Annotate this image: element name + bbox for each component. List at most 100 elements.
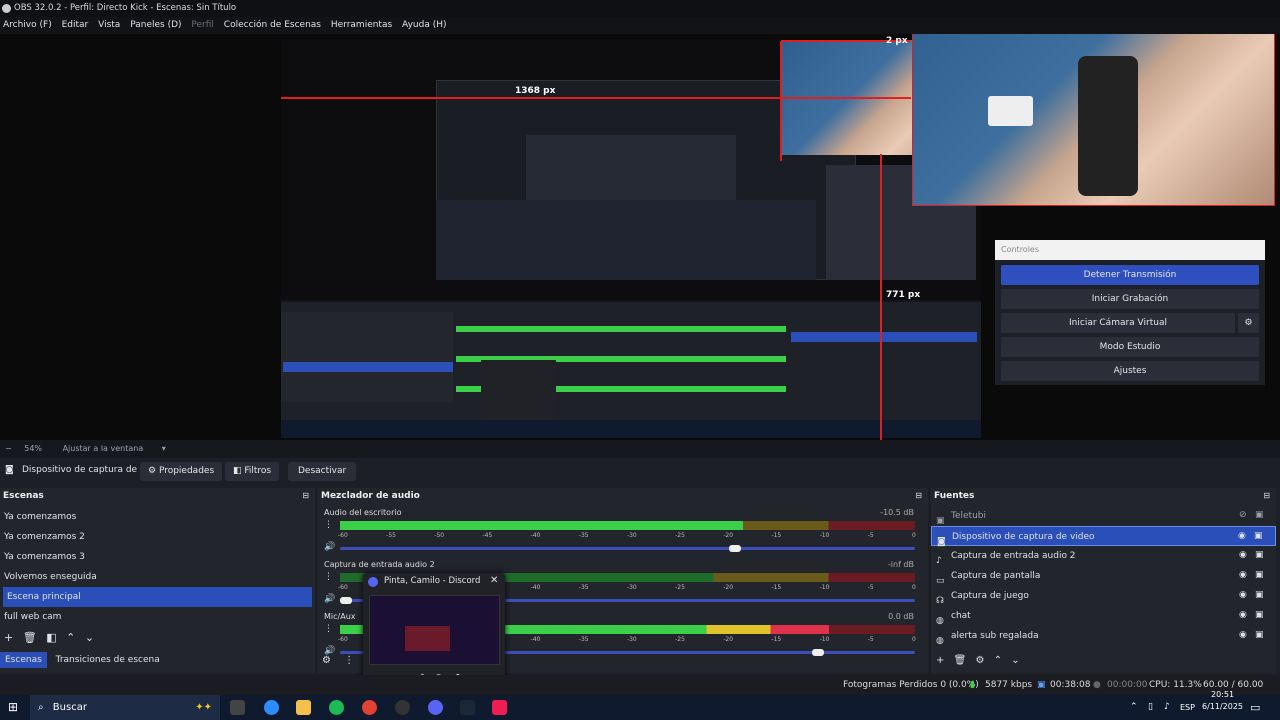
trash-icon[interactable]: 🗑 bbox=[23, 631, 37, 644]
menu-vista[interactable]: Vista bbox=[98, 20, 120, 30]
spotify-icon[interactable] bbox=[329, 700, 344, 715]
tab-scenes[interactable]: Escenas bbox=[0, 652, 47, 668]
menu-paneles[interactable]: Paneles (D) bbox=[130, 20, 181, 30]
properties-button[interactable]: ⚙ Propiedades bbox=[140, 462, 223, 481]
dock-menu-icon[interactable]: ⊟ bbox=[302, 491, 309, 500]
channel-menu-icon[interactable]: ⋮ bbox=[324, 572, 333, 582]
keyboard-language[interactable]: ESP bbox=[1180, 695, 1195, 720]
scene-item[interactable]: Volvemos enseguida bbox=[0, 567, 315, 587]
scene-item[interactable]: Ya comenzamos 3 bbox=[0, 547, 315, 567]
tab-transitions[interactable]: Transiciones de escena bbox=[50, 652, 166, 668]
start-recording-button[interactable]: Iniciar Grabación bbox=[1001, 289, 1259, 309]
tray-network-icon[interactable]: ▯ bbox=[1148, 695, 1153, 720]
move-up-icon[interactable]: ⌃ bbox=[994, 655, 1002, 666]
lock-icon[interactable]: ▣ bbox=[1255, 511, 1264, 520]
source-item[interactable]: ▭ Captura de pantalla ◉ ▣ bbox=[931, 566, 1276, 587]
scene-filter-icon[interactable]: ◧ bbox=[46, 631, 56, 644]
obs-icon[interactable] bbox=[395, 700, 410, 715]
eye-slash-icon[interactable]: ⊘ bbox=[1239, 511, 1248, 520]
menu-herramientas[interactable]: Herramientas bbox=[331, 20, 392, 30]
scene-item[interactable]: Ya comenzamos bbox=[0, 507, 315, 527]
channel-menu-icon[interactable]: ⋮ bbox=[324, 520, 333, 530]
window-title: OBS 32.0.2 - Perfil: Directo Kick - Esce… bbox=[14, 3, 237, 13]
taskbar-search[interactable]: ⌕ Buscar ✦✦ bbox=[30, 695, 220, 720]
eye-icon[interactable]: ◉ bbox=[1239, 571, 1248, 580]
filters-button[interactable]: ◧ Filtros bbox=[225, 462, 280, 481]
menu-ayuda[interactable]: Ayuda (H) bbox=[402, 20, 446, 30]
trash-icon[interactable]: 🗑 bbox=[954, 655, 967, 666]
lock-icon[interactable]: ▣ bbox=[1255, 551, 1264, 560]
measure-line-bottom bbox=[880, 154, 882, 440]
advanced-audio-icon[interactable]: ⚙ bbox=[322, 655, 331, 666]
gear-icon[interactable]: ⚙ bbox=[975, 655, 984, 666]
speaker-icon[interactable]: 🔊 bbox=[324, 542, 335, 552]
eye-icon[interactable]: ◉ bbox=[1239, 611, 1248, 620]
source-item-selected[interactable]: ◙ Dispositivo de captura de video ◉ ▣ bbox=[931, 526, 1276, 547]
start-virtual-camera-button[interactable]: Iniciar Cámara Virtual bbox=[1001, 313, 1235, 333]
tray-mic-icon[interactable]: ♪ bbox=[1164, 695, 1170, 720]
chrome-icon[interactable] bbox=[362, 700, 377, 715]
steam-icon[interactable] bbox=[460, 700, 475, 715]
deactivate-button[interactable]: Desactivar bbox=[288, 462, 357, 481]
tick-label: -55 bbox=[386, 532, 396, 539]
mixer-menu-icon[interactable]: ⋮ bbox=[344, 655, 354, 666]
notifications-icon[interactable]: ▭ bbox=[1250, 695, 1260, 720]
volume-slider-knob[interactable] bbox=[340, 597, 352, 604]
move-down-icon[interactable]: ⌄ bbox=[1011, 655, 1019, 666]
tray-chevron-icon[interactable]: ⌃ bbox=[1130, 695, 1138, 720]
zoom-fit-select[interactable]: Ajustar a la ventana bbox=[63, 444, 144, 453]
chevron-down-icon[interactable]: ▾ bbox=[162, 444, 166, 453]
source-item[interactable]: ◍ chat ◉ ▣ bbox=[931, 606, 1276, 627]
speaker-icon[interactable]: 🔊 bbox=[324, 594, 335, 604]
tiktok-icon[interactable] bbox=[492, 700, 507, 715]
taskbar-clock[interactable]: 20:51 6/11/2025 bbox=[1202, 689, 1243, 713]
tick-label: 0 bbox=[912, 636, 916, 643]
volume-slider[interactable] bbox=[340, 545, 915, 552]
volume-slider-knob[interactable] bbox=[729, 545, 741, 552]
source-item[interactable]: ◍ alerta sub regalada ◉ ▣ bbox=[931, 626, 1276, 647]
windows-start-icon[interactable]: ⊞ bbox=[8, 695, 18, 720]
eye-icon[interactable]: ◉ bbox=[1239, 631, 1248, 640]
source-name: Dispositivo de captura de video bbox=[952, 532, 1095, 542]
menu-archivo[interactable]: Archivo (F) bbox=[3, 20, 52, 30]
lock-icon[interactable]: ▣ bbox=[1255, 591, 1264, 600]
move-down-icon[interactable]: ⌄ bbox=[85, 631, 94, 644]
dock-menu-icon[interactable]: ⊟ bbox=[1263, 491, 1270, 500]
measure-label-top: 2 px bbox=[886, 36, 908, 46]
task-view-icon[interactable] bbox=[230, 700, 245, 715]
channel-menu-icon[interactable]: ⋮ bbox=[324, 624, 333, 634]
webcam-source[interactable] bbox=[912, 34, 1275, 206]
move-up-icon[interactable]: ⌃ bbox=[66, 631, 75, 644]
add-source-icon[interactable]: + bbox=[936, 655, 944, 666]
lock-icon[interactable]: ▣ bbox=[1255, 571, 1264, 580]
menu-editar[interactable]: Editar bbox=[62, 20, 89, 30]
scene-item-selected[interactable]: Escena principal bbox=[3, 587, 312, 607]
eye-icon[interactable]: ◉ bbox=[1239, 591, 1248, 600]
lock-icon[interactable]: ▣ bbox=[1255, 631, 1264, 640]
source-item[interactable]: ☊ Captura de juego ◉ ▣ bbox=[931, 586, 1276, 607]
menu-coleccion[interactable]: Colección de Escenas bbox=[224, 20, 321, 30]
zoom-out-button[interactable]: − bbox=[5, 444, 12, 453]
lock-icon[interactable]: ▣ bbox=[1255, 611, 1264, 620]
zoom-app-icon[interactable] bbox=[264, 700, 279, 715]
settings-button[interactable]: Ajustes bbox=[1001, 361, 1259, 381]
source-item[interactable]: ♪ Captura de entrada audio 2 ◉ ▣ bbox=[931, 546, 1276, 567]
menu-perfil[interactable]: Perfil bbox=[191, 20, 214, 30]
eye-icon[interactable]: ◉ bbox=[1239, 551, 1248, 560]
vcam-settings-gear-icon[interactable]: ⚙ bbox=[1238, 313, 1259, 333]
eye-icon[interactable]: ◉ bbox=[1238, 532, 1247, 541]
mic-icon: ♪ bbox=[936, 556, 942, 566]
stop-stream-button[interactable]: Detener Transmisión bbox=[1001, 265, 1259, 285]
volume-slider-knob[interactable] bbox=[812, 649, 824, 656]
scene-item[interactable]: full web cam bbox=[0, 607, 315, 627]
close-icon[interactable]: ✕ bbox=[490, 575, 498, 586]
source-item[interactable]: ▣ Teletubi ⊘ ▣ bbox=[931, 506, 1276, 527]
mixer-actions: ⚙ ⋮ bbox=[322, 655, 354, 666]
lock-icon[interactable]: ▣ bbox=[1254, 532, 1263, 541]
file-explorer-icon[interactable] bbox=[296, 700, 311, 715]
scene-item[interactable]: Ya comenzamos 2 bbox=[0, 527, 315, 547]
dock-menu-icon[interactable]: ⊟ bbox=[915, 491, 922, 500]
add-scene-icon[interactable]: + bbox=[4, 631, 13, 644]
discord-taskbar-icon[interactable] bbox=[428, 700, 443, 715]
studio-mode-button[interactable]: Modo Estudio bbox=[1001, 337, 1259, 357]
